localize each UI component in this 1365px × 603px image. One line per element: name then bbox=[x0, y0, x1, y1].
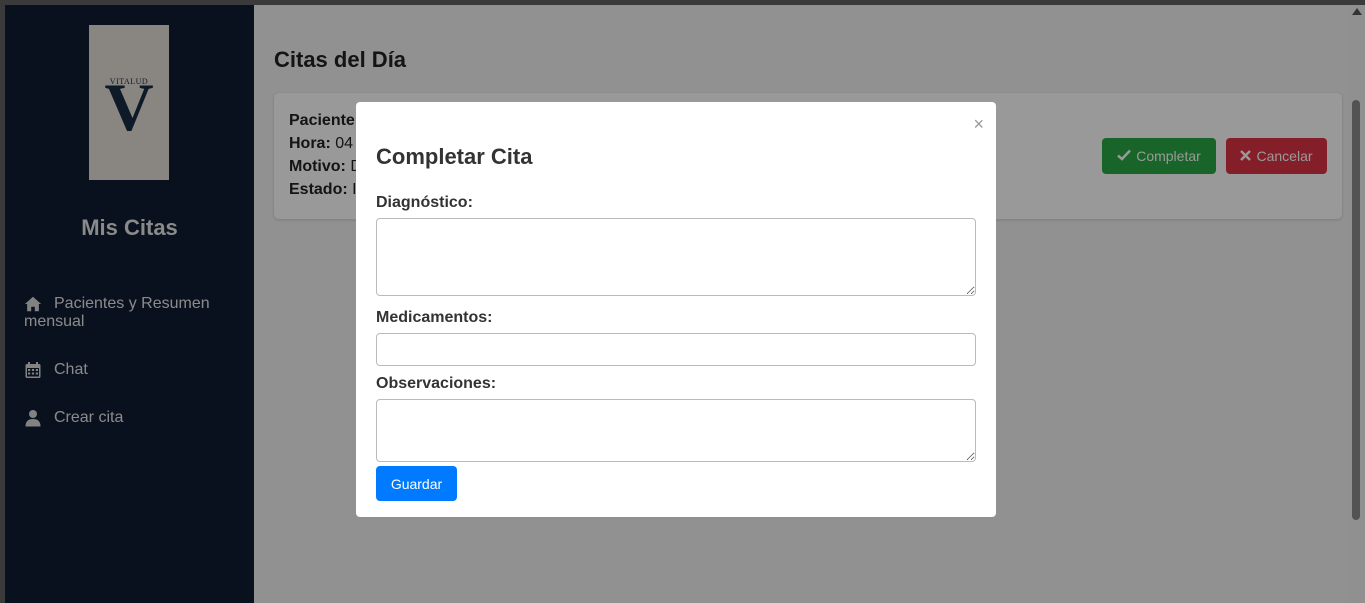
observations-label: Observaciones: bbox=[376, 375, 497, 392]
modal-title: Completar Cita bbox=[376, 144, 533, 169]
diagnosis-label: Diagnóstico: bbox=[376, 194, 473, 211]
browser-window: VITALUD V Mis Citas Pacientes y Resumen … bbox=[5, 5, 1365, 603]
modal-close-icon[interactable]: × bbox=[973, 115, 984, 133]
complete-appointment-modal: × Completar Cita Diagnóstico: Medicament… bbox=[356, 102, 996, 517]
medications-label: Medicamentos: bbox=[376, 309, 493, 326]
observations-textarea[interactable] bbox=[376, 399, 976, 462]
diagnosis-textarea[interactable] bbox=[376, 218, 976, 296]
medications-input[interactable] bbox=[376, 333, 976, 366]
save-button[interactable]: Guardar bbox=[376, 466, 457, 501]
